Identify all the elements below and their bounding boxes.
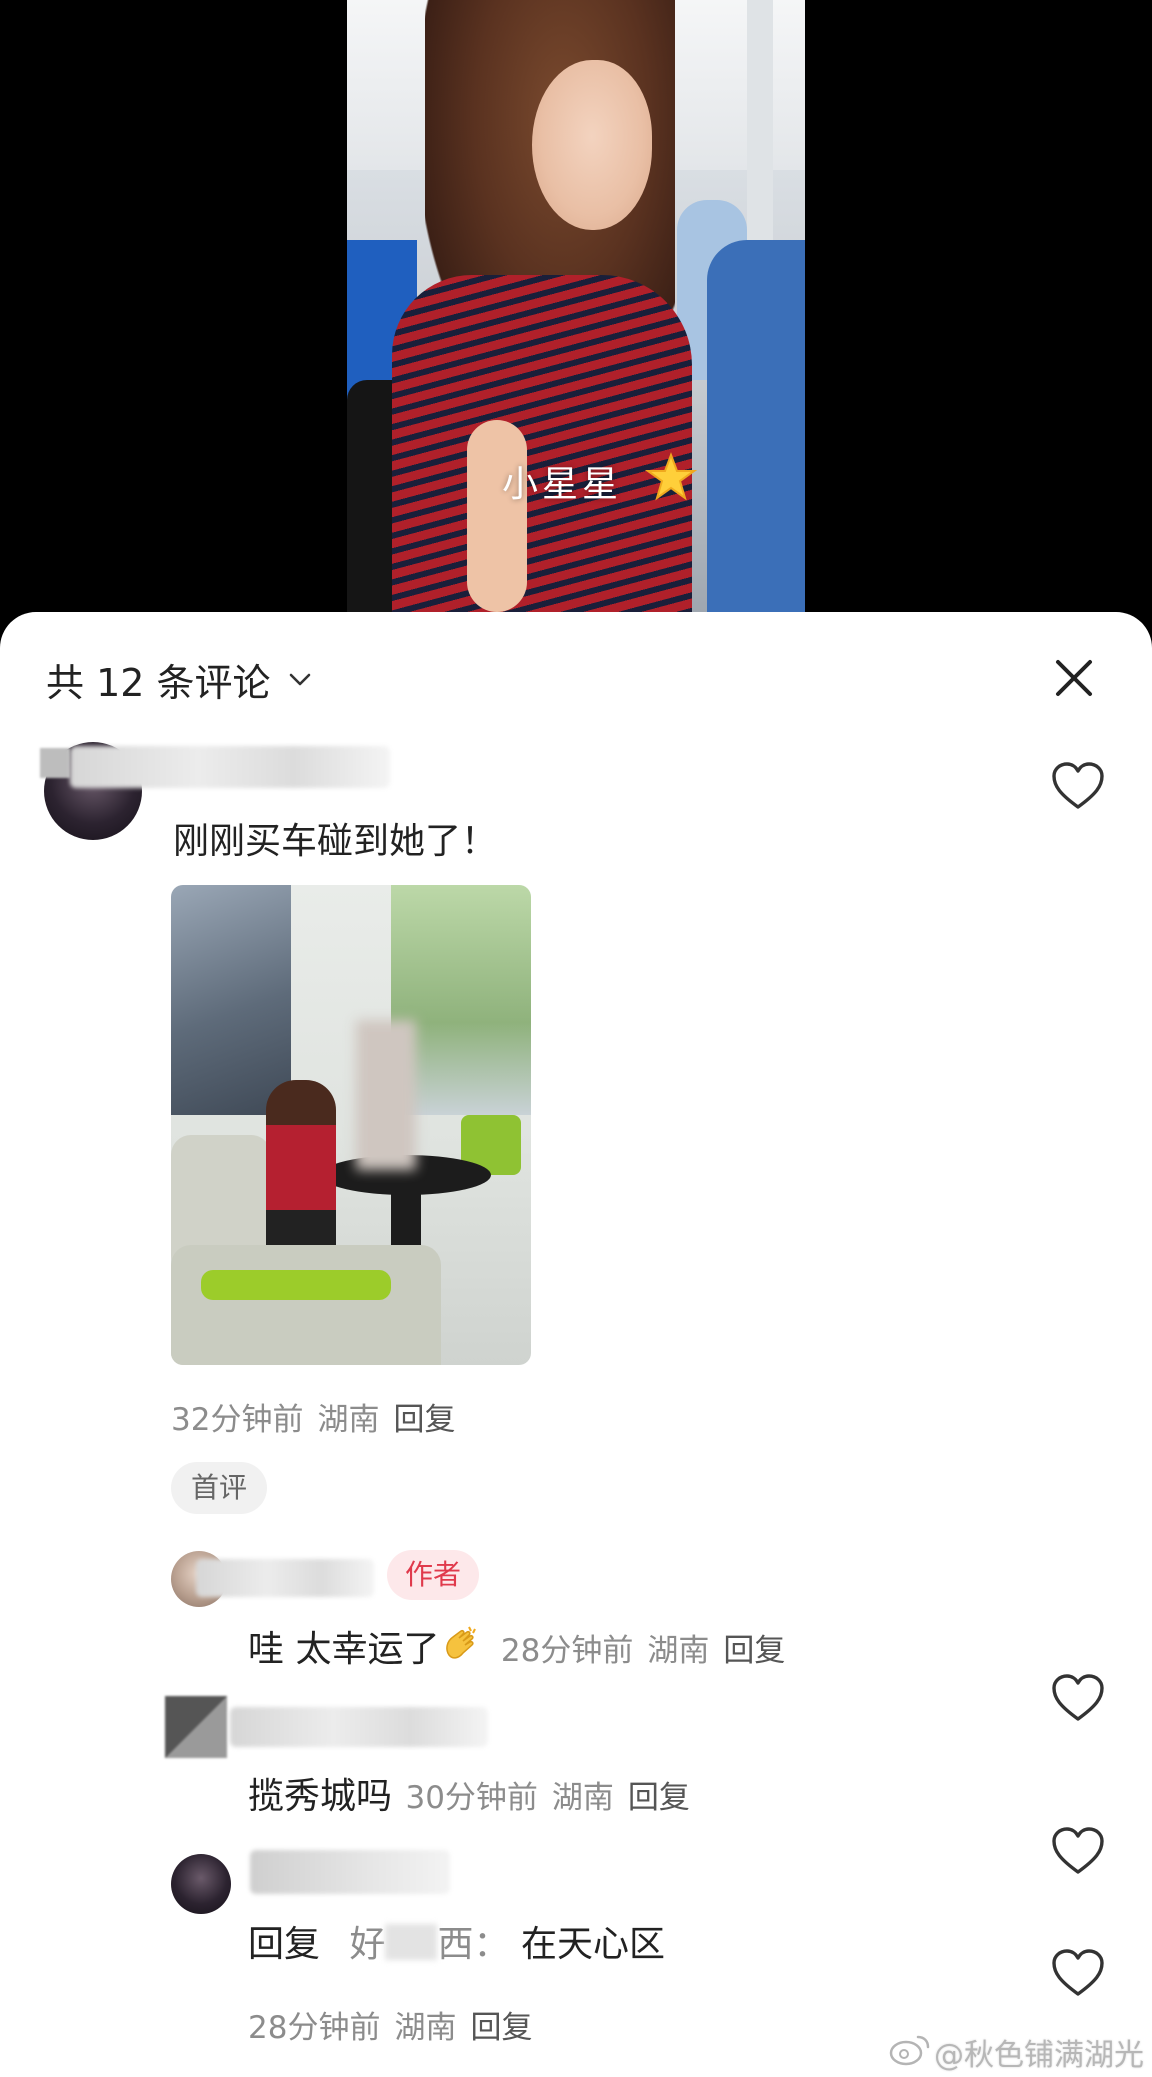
- watermark-text: @秋色铺满湖光: [934, 2038, 1144, 2073]
- reply-button[interactable]: 回复: [723, 1633, 785, 1669]
- first-comment-tag: 首评: [171, 1462, 268, 1514]
- video-pillar: [747, 0, 773, 240]
- comments-count-dropdown[interactable]: 共 12 条评论: [46, 654, 313, 705]
- close-icon[interactable]: [1050, 654, 1098, 702]
- clapping-hands-icon: [446, 1626, 477, 1659]
- comments-count: 共 12 条评论: [46, 660, 271, 705]
- comment-meta: 32分钟前 湖南 回复: [171, 1394, 469, 1439]
- star-icon: [645, 452, 697, 501]
- chevron-down-icon: [289, 673, 310, 686]
- reply-prefix: 回复: [248, 1924, 321, 1965]
- mentioned-user-end: 西：: [437, 1924, 510, 1965]
- reply-button[interactable]: 回复: [628, 1780, 690, 1816]
- comment-location: 湖南: [394, 2010, 457, 2046]
- avatar[interactable]: [165, 1696, 227, 1758]
- video-bystander: [707, 240, 805, 612]
- comment-time: 28分钟前: [248, 2010, 381, 2046]
- blurred-mention: [385, 1924, 438, 1960]
- reply-text-line: 揽秀城吗 30分钟前 湖南 回复: [248, 1767, 704, 1819]
- avatar[interactable]: [171, 1854, 231, 1914]
- video-frame[interactable]: 小星星: [347, 0, 805, 612]
- blurred-username: [230, 1707, 488, 1747]
- comment-photo[interactable]: [171, 885, 531, 1365]
- blurred-username: [70, 746, 390, 788]
- blurred-username: [250, 1850, 450, 1894]
- reply-body: 在天心区: [520, 1924, 665, 1965]
- reply-meta: 30分钟前 湖南 回复: [405, 1780, 703, 1816]
- weibo-icon: [889, 2035, 930, 2066]
- reply-text: 哇 太幸运了: [248, 1629, 440, 1670]
- author-badge: 作者: [387, 1550, 480, 1600]
- comment-location: 湖南: [647, 1633, 710, 1669]
- like-heart-icon[interactable]: [1050, 1947, 1106, 1999]
- video-subject-shirt: [392, 275, 692, 612]
- comment-time: 32分钟前: [171, 1402, 304, 1438]
- reply-text-line: 回复 好 西： 在天心区: [248, 1915, 665, 1967]
- reply-meta: 28分钟前 湖南 回复: [248, 2002, 546, 2047]
- blurred-avatar-overlay: [40, 748, 70, 778]
- photo-poster: [171, 885, 291, 1115]
- video-subject-face: [532, 60, 652, 230]
- comment-time: 28分钟前: [500, 1633, 634, 1669]
- reply-text-line: 哇 太幸运了 28分钟前 湖南 回复: [248, 1620, 799, 1672]
- blurred-username: [196, 1559, 374, 1597]
- comment-time: 30分钟前: [405, 1780, 538, 1816]
- photo-woman: [266, 1080, 336, 1270]
- comment-location: 湖南: [551, 1780, 614, 1816]
- reply-button[interactable]: 回复: [470, 2010, 532, 2046]
- like-heart-icon[interactable]: [1050, 1825, 1106, 1877]
- reply-meta: 28分钟前 湖南 回复: [501, 1633, 799, 1669]
- video-player[interactable]: 小星星: [0, 0, 1152, 640]
- video-subject-arm: [467, 420, 527, 612]
- comments-sheet: 共 12 条评论 刚刚买车碰到她了！ 32分钟前 湖南回复 首评 作者 哇 太幸…: [0, 612, 1152, 2077]
- comment-text: 刚刚买车碰到她了！: [173, 821, 498, 862]
- photo-pillow: [201, 1270, 391, 1300]
- video-caption: 小星星: [502, 464, 623, 505]
- photo-man-blurred: [356, 1020, 416, 1170]
- like-heart-icon[interactable]: [1050, 760, 1106, 812]
- like-heart-icon[interactable]: [1050, 1672, 1106, 1724]
- photo-sofa: [171, 1245, 441, 1365]
- reply-button[interactable]: 回复: [393, 1402, 455, 1438]
- comment-location: 湖南: [317, 1402, 380, 1438]
- reply-text: 揽秀城吗: [248, 1776, 393, 1817]
- mentioned-user[interactable]: 好: [349, 1924, 385, 1965]
